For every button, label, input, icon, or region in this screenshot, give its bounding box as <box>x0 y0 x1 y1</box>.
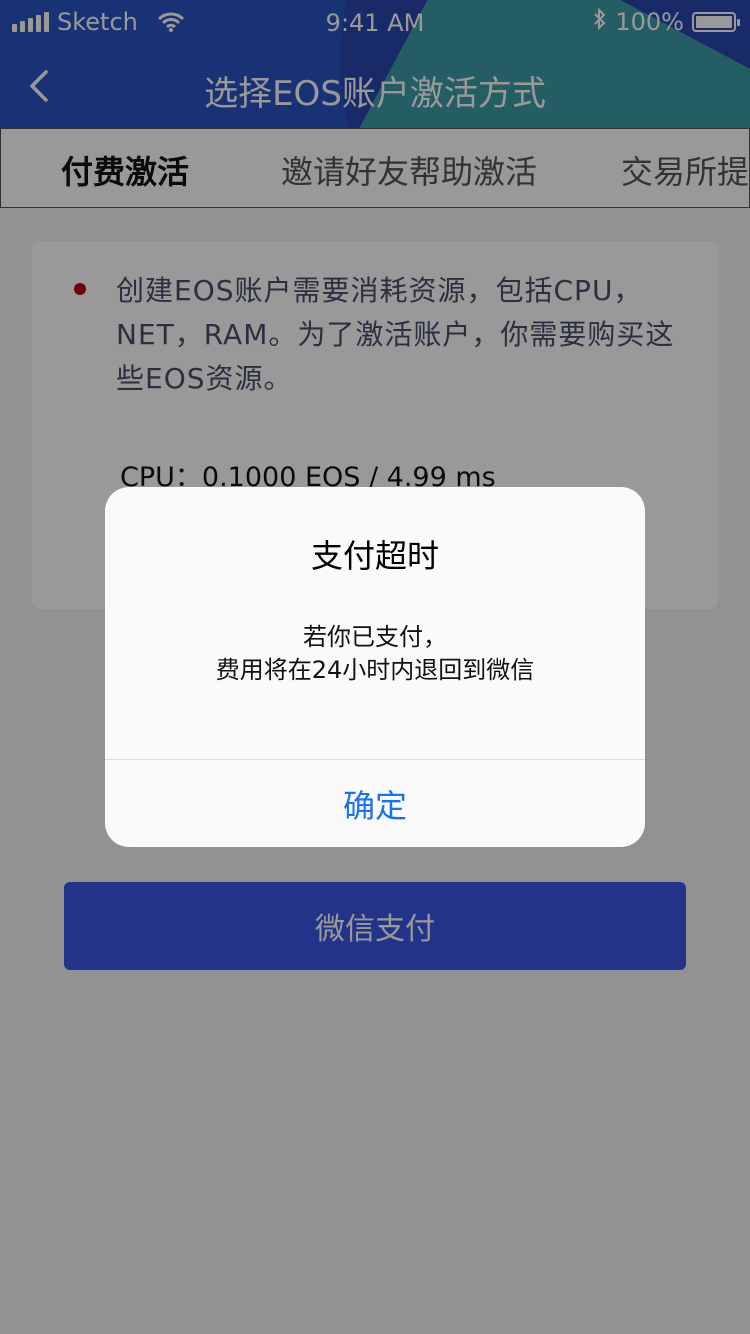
dialog-title: 支付超时 <box>310 537 439 575</box>
confirm-button[interactable]: 确定 <box>105 760 645 847</box>
dialog-message-line1: 若你已支付， <box>303 623 447 651</box>
dialog-message-line2: 费用将在24小时内退回到微信 <box>215 656 535 684</box>
payment-timeout-dialog: 支付超时 若你已支付， 费用将在24小时内退回到微信 确定 <box>105 487 645 847</box>
dialog-message: 若你已支付， 费用将在24小时内退回到微信 <box>105 621 645 687</box>
